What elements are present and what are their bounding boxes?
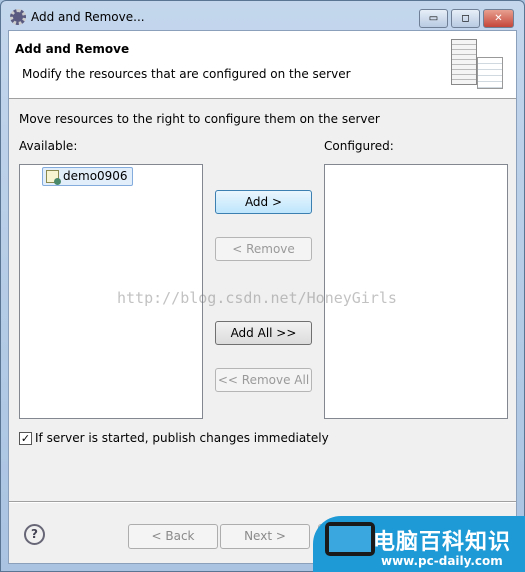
- site-logo-overlay: 电脑百科知识 www.pc-daily.com: [313, 516, 525, 572]
- available-label: Available:: [19, 139, 78, 153]
- configured-label: Configured:: [324, 139, 394, 153]
- next-button[interactable]: Next >: [220, 524, 310, 549]
- publish-checkbox-row[interactable]: ✓ If server is started, publish changes …: [19, 431, 329, 445]
- maximize-button[interactable]: ◻: [451, 9, 480, 28]
- page-description: Modify the resources that are configured…: [22, 67, 351, 81]
- window-title: Add and Remove...: [31, 10, 145, 24]
- eclipse-icon: [10, 9, 26, 25]
- dialog-body: Add and Remove Modify the resources that…: [8, 30, 517, 564]
- title-bar[interactable]: Add and Remove... ▭ ◻ ✕: [0, 0, 525, 30]
- web-project-icon: [46, 170, 61, 185]
- wizard-header: Add and Remove Modify the resources that…: [9, 31, 516, 99]
- back-button[interactable]: < Back: [128, 524, 218, 549]
- list-item[interactable]: demo0906: [42, 167, 133, 186]
- add-all-button[interactable]: Add All >>: [215, 321, 312, 345]
- add-button[interactable]: Add >: [215, 190, 312, 214]
- document-icon: [477, 57, 503, 89]
- logo-url: www.pc-daily.com: [381, 554, 503, 568]
- help-icon[interactable]: ?: [24, 524, 45, 545]
- remove-all-button[interactable]: << Remove All: [215, 368, 312, 392]
- item-label: demo0906: [63, 169, 128, 183]
- publish-checkbox-label: If server is started, publish changes im…: [35, 431, 329, 445]
- close-button[interactable]: ✕: [483, 9, 514, 28]
- watermark-text: http://blog.csdn.net/HoneyGirls: [117, 289, 397, 307]
- page-title: Add and Remove: [15, 42, 130, 56]
- minimize-button[interactable]: ▭: [419, 9, 448, 28]
- logo-name: 电脑百科知识: [373, 530, 512, 555]
- instruction-text: Move resources to the right to configure…: [19, 112, 380, 126]
- remove-button[interactable]: < Remove: [215, 237, 312, 261]
- footer-separator: [9, 501, 516, 503]
- server-icon: [451, 39, 477, 85]
- monitor-icon: [325, 522, 375, 556]
- publish-checkbox[interactable]: ✓: [19, 431, 32, 445]
